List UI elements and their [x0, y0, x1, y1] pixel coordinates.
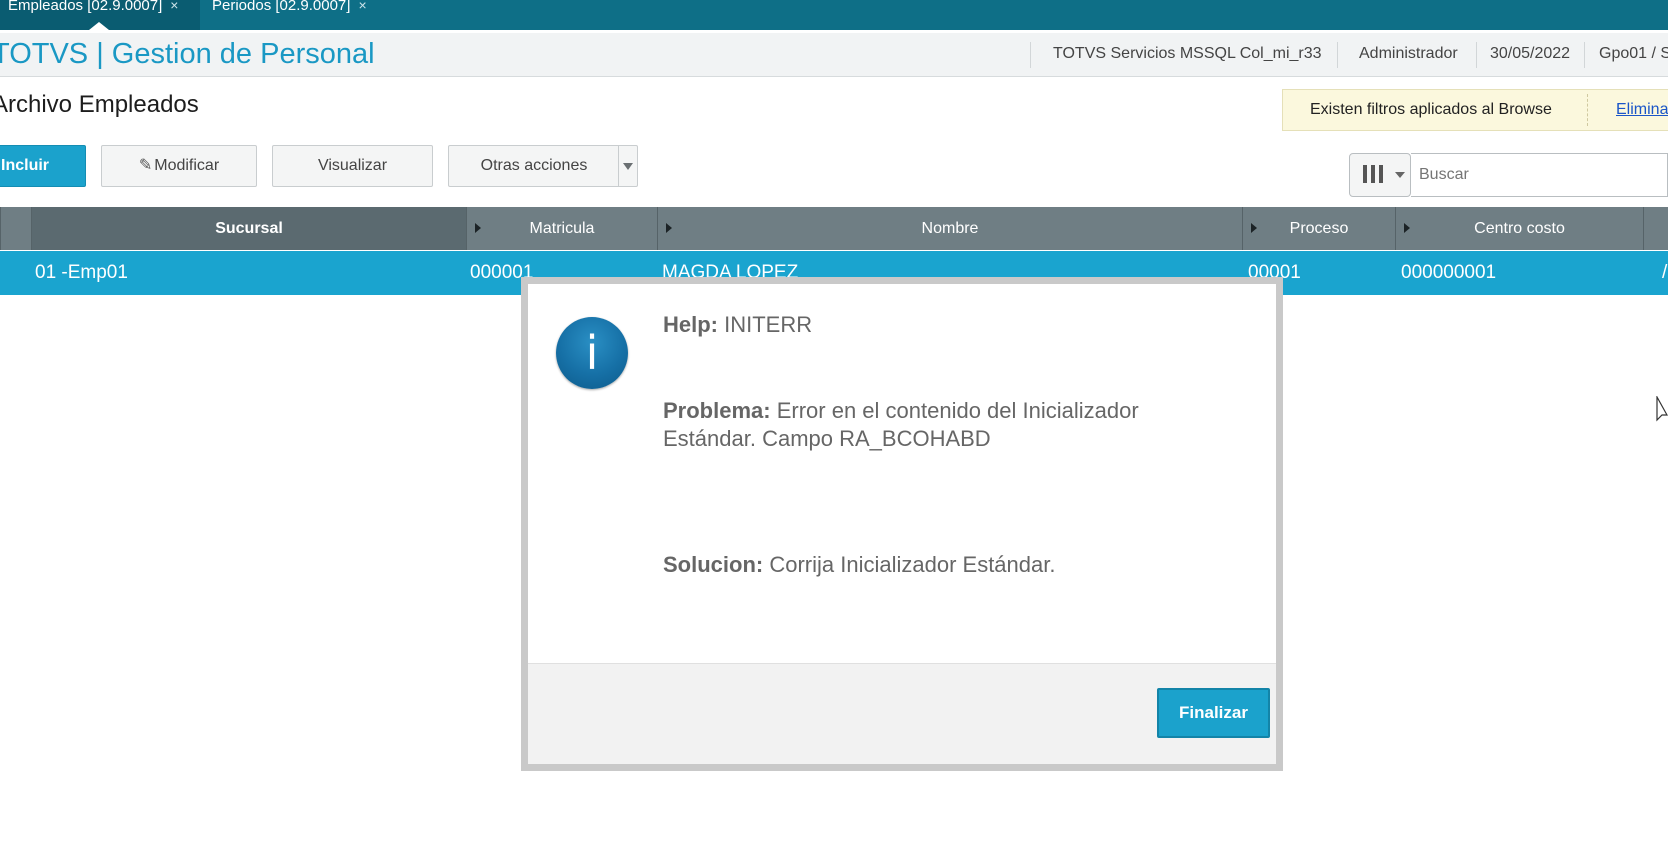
tab-periodos-label: Periodos [02.9.0007]: [212, 0, 351, 14]
header-divider: [1476, 42, 1477, 68]
header-divider: [1030, 42, 1031, 68]
column-header-sucursal[interactable]: Sucursal: [31, 207, 466, 250]
sort-arrow-icon: [1404, 223, 1410, 233]
sort-arrow-icon: [666, 223, 672, 233]
column-header-label: Nombre: [921, 220, 979, 237]
otras-acciones-button[interactable]: Otras acciones: [448, 145, 638, 187]
remove-filters-link[interactable]: Eliminar: [1616, 101, 1668, 119]
filter-notice: Existen filtros aplicados al Browse Elim…: [1282, 89, 1668, 131]
column-chooser-button[interactable]: [1349, 153, 1411, 197]
help-value: INITERR: [724, 312, 813, 337]
search-input[interactable]: [1411, 153, 1668, 197]
close-icon[interactable]: ×: [170, 0, 178, 13]
help-line: Help: INITERR: [663, 311, 1223, 339]
info-icon: i: [556, 317, 628, 389]
filter-notice-text: Existen filtros aplicados al Browse: [1310, 101, 1552, 118]
tab-bar: Empleados [02.9.0007] × Periodos [02.9.00…: [0, 0, 1668, 30]
column-header-nombre[interactable]: Nombre: [657, 207, 1242, 250]
table-header: Sucursal Matricula Nombre Proceso Centro…: [0, 207, 1668, 250]
column-header-extra: [1643, 207, 1668, 250]
page-title: Archivo Empleados: [0, 91, 199, 118]
incluir-button[interactable]: Incluir: [0, 145, 86, 187]
tab-periodos[interactable]: Periodos [02.9.0007] ×: [204, 0, 388, 30]
sort-arrow-icon: [1251, 223, 1257, 233]
solution-line: Solucion: Corrija Inicializador Estándar…: [663, 551, 1223, 579]
problem-line: Problema: Error en el contenido del Inic…: [663, 397, 1223, 453]
filter-divider: [1587, 94, 1588, 126]
system-date[interactable]: 30/05/2022: [1490, 45, 1570, 63]
app-title: TOTVS | Gestion de Personal: [0, 38, 375, 70]
help-dialog-body: i Help: INITERR Problema: Error en el co…: [528, 284, 1276, 764]
sort-arrow-icon: [475, 223, 481, 233]
finalizar-button[interactable]: Finalizar: [1157, 688, 1270, 738]
cell-sucursal: 01 -Emp01: [35, 262, 128, 283]
tab-empleados-label: Empleados [02.9.0007]: [8, 0, 163, 14]
column-header-matricula[interactable]: Matricula: [466, 207, 657, 250]
row-selector-header: [0, 207, 31, 250]
cell-extra: /: [1662, 262, 1668, 283]
active-tab-indicator-icon: [89, 22, 109, 30]
app-header: TOTVS | Gestion de Personal TOTVS Servic…: [0, 33, 1668, 77]
column-header-proceso[interactable]: Proceso: [1242, 207, 1395, 250]
column-header-label: Centro costo: [1474, 220, 1565, 237]
problem-label: Problema:: [663, 398, 771, 423]
column-header-centro-costo[interactable]: Centro costo: [1395, 207, 1643, 250]
company-branch[interactable]: Gpo01 / Suc01: [1599, 45, 1668, 63]
column-header-label: Proceso: [1289, 220, 1349, 237]
modificar-button[interactable]: ✎ Modificar: [101, 145, 257, 187]
header-divider: [1337, 42, 1338, 68]
solution-value: Corrija Inicializador Estándar.: [769, 552, 1056, 577]
chevron-down-icon[interactable]: [618, 146, 637, 186]
modificar-label: Modificar: [154, 157, 220, 174]
cell-centro-costo: 000000001: [1401, 262, 1497, 283]
dialog-footer: Finalizar: [528, 663, 1276, 764]
header-divider: [1584, 42, 1585, 68]
close-icon[interactable]: ×: [358, 0, 366, 13]
help-dialog: i Help: INITERR Problema: Error en el co…: [521, 277, 1283, 771]
solution-label: Solucion:: [663, 552, 764, 577]
help-label: Help:: [663, 312, 718, 337]
chevron-down-icon: [1395, 172, 1405, 178]
otras-acciones-label: Otras acciones: [480, 157, 588, 174]
user-name[interactable]: Administrador: [1359, 45, 1458, 63]
server-name: TOTVS Servicios MSSQL Col_mi_r33: [1053, 45, 1322, 62]
pencil-icon: ✎: [138, 157, 153, 174]
column-header-label: Matricula: [529, 220, 595, 237]
visualizar-button[interactable]: Visualizar: [272, 145, 433, 187]
mouse-pointer-icon: [1656, 396, 1668, 422]
